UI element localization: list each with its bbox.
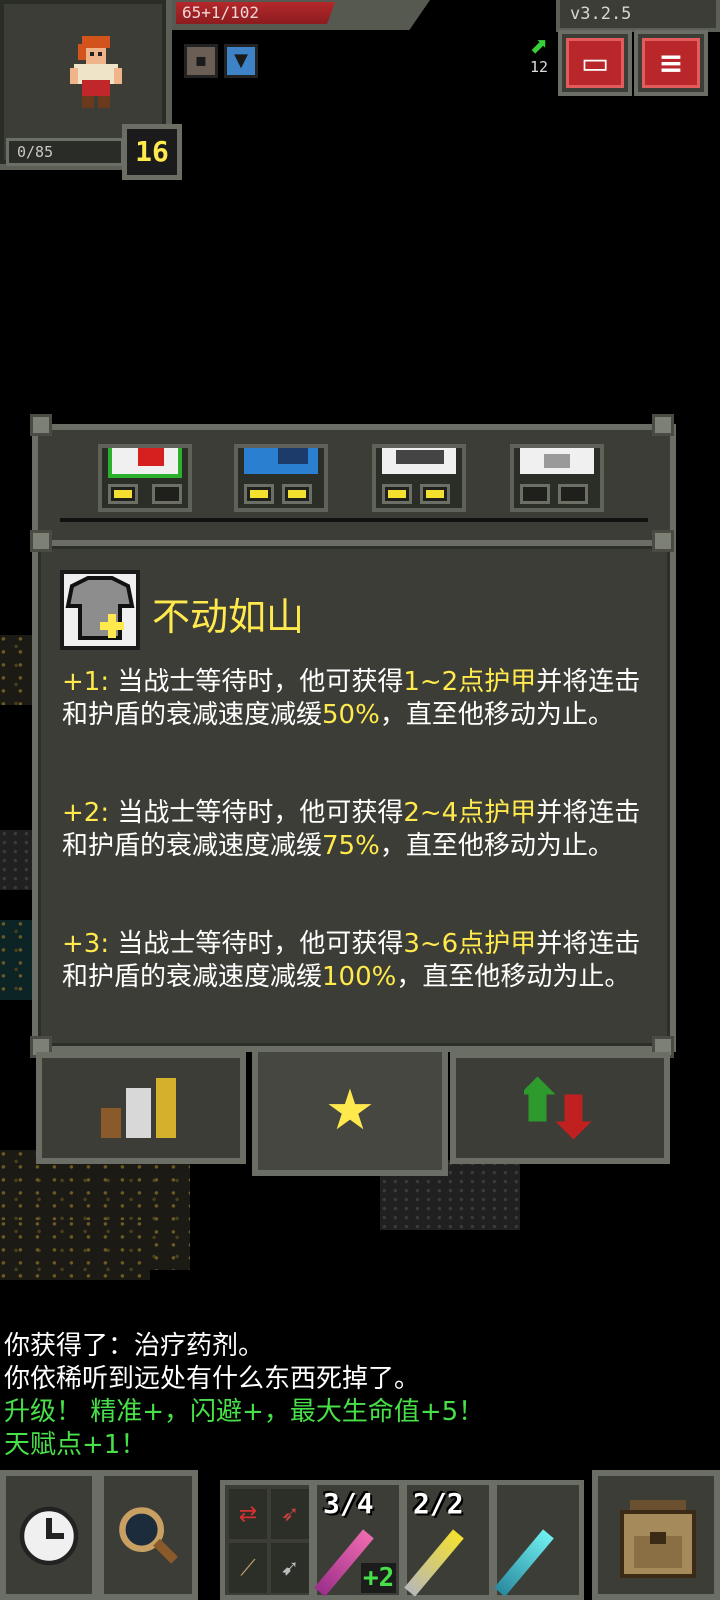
- window-corner: [30, 414, 52, 436]
- window-corner: [30, 530, 52, 552]
- dart-quickslot[interactable]: ➶: [271, 1489, 309, 1539]
- log-line: 天赋点+1！: [4, 1430, 147, 1460]
- swap-quickslot-button[interactable]: ⇄: [229, 1489, 267, 1539]
- desc-text: 当战士等待时，他可获得: [109, 798, 404, 828]
- desc-highlight: 50%: [322, 700, 380, 730]
- tab-talents[interactable]: ★: [252, 1052, 448, 1176]
- window-corner: [652, 530, 674, 552]
- health-text: 65+1/102: [182, 3, 260, 22]
- magnifier-icon: [119, 1507, 178, 1564]
- eye-talent-icon: [382, 448, 456, 474]
- hammer-talent-icon: [244, 448, 318, 474]
- log-line: 升级！ 精准+，闪避+，最大生命值+5！: [4, 1397, 485, 1427]
- menu-button[interactable]: ≡: [634, 30, 708, 96]
- talent-point-empty: [558, 484, 588, 504]
- wand-cyan-icon: [494, 1529, 554, 1597]
- desc-text: 当战士等待时，他可获得: [109, 929, 404, 959]
- upgrade-bonus: +2: [361, 1563, 397, 1593]
- wait-button[interactable]: [0, 1470, 98, 1600]
- talent-armor[interactable]: [510, 444, 604, 512]
- menu-icon: ≡: [658, 45, 684, 81]
- experience-text: 0/85: [17, 143, 54, 161]
- warrior-portrait-icon: [70, 36, 122, 108]
- desc-text: ，直至他移动为止。: [379, 831, 614, 861]
- window-corner: [652, 414, 674, 436]
- log-line: 你依稀听到远处有什么东西死掉了。: [4, 1364, 421, 1394]
- desc-highlight: 100%: [322, 962, 397, 992]
- talent-level-1-description: +1: 当战士等待时，他可获得1~2点护甲并将连击和护盾的衰减速度减缓50%，直…: [62, 666, 662, 732]
- talent-tier-divider: [60, 518, 648, 522]
- quickslot-2[interactable]: 2/2: [402, 1480, 494, 1600]
- talent-title: 不动如山: [152, 595, 305, 639]
- talent-point-filled: [420, 484, 450, 504]
- hero-level-badge: 16: [122, 124, 182, 180]
- depth-number: 12: [529, 58, 549, 76]
- talent-point-empty: [520, 484, 550, 504]
- shield-status-icon[interactable]: ▼: [224, 44, 258, 78]
- stats-bars-icon: [101, 1078, 176, 1138]
- desc-highlight: 3~6点护甲: [403, 929, 537, 959]
- spear-quickslot[interactable]: ➹: [271, 1543, 309, 1593]
- talent-heart[interactable]: [98, 444, 192, 512]
- log-line: 你获得了：治疗药剂。: [4, 1331, 265, 1361]
- talent-level-3-description: +3: 当战士等待时，他可获得3~6点护甲并将连击和护盾的衰减速度减缓100%，…: [62, 928, 662, 994]
- talent-point-filled: [244, 484, 274, 504]
- quickslot-3[interactable]: [492, 1480, 584, 1600]
- swap-arrows-icon: [524, 1076, 592, 1140]
- talent-level-2-description: +2: 当战士等待时，他可获得2~4点护甲并将连击和护盾的衰减速度减缓75%，直…: [62, 797, 662, 863]
- quickslot-1[interactable]: 3/4 +2: [312, 1480, 404, 1600]
- tab-stats[interactable]: [36, 1052, 246, 1164]
- desc-highlight: 2~4点护甲: [403, 798, 537, 828]
- tool-quickslot[interactable]: ⟋: [229, 1543, 267, 1593]
- talent-eye[interactable]: [372, 444, 466, 512]
- tab-swap[interactable]: [450, 1052, 670, 1164]
- hunger-status-icon[interactable]: ▪: [184, 44, 218, 78]
- talent-hammer[interactable]: [234, 444, 328, 512]
- level-prefix: +3:: [62, 929, 110, 959]
- message-log: 你获得了：治疗药剂。 你依稀听到远处有什么东西死掉了。 升级！ 精准+，闪避+，…: [4, 1330, 484, 1462]
- talent-point-filled: [282, 484, 312, 504]
- desc-text: 当战士等待时，他可获得: [109, 667, 404, 697]
- journal-button[interactable]: ▭: [558, 30, 632, 96]
- talent-point-empty: [152, 484, 182, 504]
- star-icon: ★: [324, 1078, 376, 1143]
- talent-point-filled: [382, 484, 412, 504]
- charges-text: 2/2: [413, 1487, 464, 1520]
- heart-talent-icon: [108, 448, 182, 478]
- wand-gold-icon: [404, 1529, 464, 1597]
- clock-icon: [19, 1506, 79, 1566]
- armor-talent-icon: [520, 448, 594, 474]
- search-button[interactable]: [98, 1470, 198, 1600]
- level-prefix: +1:: [62, 667, 110, 697]
- talent-point-filled: [108, 484, 138, 504]
- depth-indicator: ⬈ 12: [522, 36, 556, 92]
- game-version: v3.2.5: [556, 0, 720, 32]
- desc-highlight: 75%: [322, 831, 380, 861]
- desc-text: ，直至他移动为止。: [396, 962, 631, 992]
- armor-upgrade-icon: [60, 570, 140, 650]
- level-prefix: +2:: [62, 798, 110, 828]
- charges-text: 3/4: [323, 1487, 374, 1520]
- quickslot-grid: ⇄ ➶ ⟋ ➹: [220, 1480, 314, 1600]
- experience-bar: 0/85: [6, 138, 124, 166]
- desc-highlight: 1~2点护甲: [403, 667, 537, 697]
- backpack-icon: [620, 1500, 696, 1578]
- desc-text: ，直至他移动为止。: [379, 700, 614, 730]
- journal-icon: ▭: [580, 45, 610, 81]
- depth-stairs-icon: ⬈: [529, 34, 549, 59]
- backpack-button[interactable]: [592, 1470, 720, 1600]
- dungeon-wall: [0, 1220, 150, 1280]
